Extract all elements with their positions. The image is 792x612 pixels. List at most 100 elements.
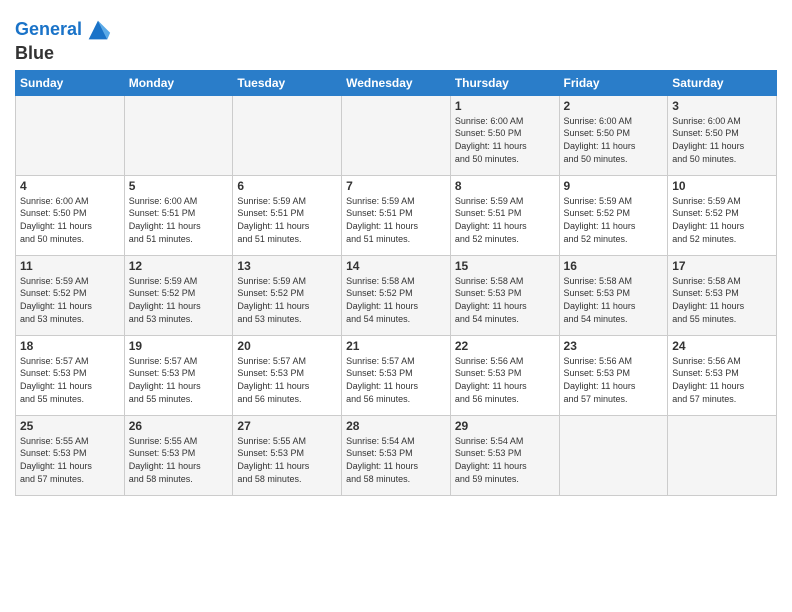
calendar-table: SundayMondayTuesdayWednesdayThursdayFrid… — [15, 70, 777, 496]
day-number: 12 — [129, 259, 229, 273]
cell-info: Sunrise: 5:58 AM Sunset: 5:53 PM Dayligh… — [672, 275, 772, 325]
calendar-cell: 18 Sunrise: 5:57 AM Sunset: 5:53 PM Dayli… — [16, 335, 125, 415]
header-tuesday: Tuesday — [233, 70, 342, 95]
calendar-cell — [559, 415, 668, 495]
cell-info: Sunrise: 5:59 AM Sunset: 5:52 PM Dayligh… — [564, 195, 664, 245]
cell-info: Sunrise: 5:59 AM Sunset: 5:52 PM Dayligh… — [237, 275, 337, 325]
day-number: 20 — [237, 339, 337, 353]
cell-info: Sunrise: 5:57 AM Sunset: 5:53 PM Dayligh… — [237, 355, 337, 405]
day-number: 29 — [455, 419, 555, 433]
calendar-cell — [233, 95, 342, 175]
cell-info: Sunrise: 5:59 AM Sunset: 5:51 PM Dayligh… — [237, 195, 337, 245]
day-number: 2 — [564, 99, 664, 113]
cell-info: Sunrise: 6:00 AM Sunset: 5:50 PM Dayligh… — [564, 115, 664, 165]
cell-info: Sunrise: 5:57 AM Sunset: 5:53 PM Dayligh… — [346, 355, 446, 405]
calendar-cell: 2 Sunrise: 6:00 AM Sunset: 5:50 PM Daylig… — [559, 95, 668, 175]
cell-info: Sunrise: 5:55 AM Sunset: 5:53 PM Dayligh… — [237, 435, 337, 485]
header-sunday: Sunday — [16, 70, 125, 95]
calendar-cell: 14 Sunrise: 5:58 AM Sunset: 5:52 PM Dayli… — [342, 255, 451, 335]
day-number: 16 — [564, 259, 664, 273]
cell-info: Sunrise: 5:55 AM Sunset: 5:53 PM Dayligh… — [129, 435, 229, 485]
logo-text: GeneralBlue — [15, 16, 112, 64]
calendar-cell: 19 Sunrise: 5:57 AM Sunset: 5:53 PM Dayli… — [124, 335, 233, 415]
cell-info: Sunrise: 5:55 AM Sunset: 5:53 PM Dayligh… — [20, 435, 120, 485]
header: GeneralBlue — [15, 10, 777, 64]
day-number: 13 — [237, 259, 337, 273]
day-number: 1 — [455, 99, 555, 113]
calendar-cell: 13 Sunrise: 5:59 AM Sunset: 5:52 PM Dayli… — [233, 255, 342, 335]
header-saturday: Saturday — [668, 70, 777, 95]
cell-info: Sunrise: 5:54 AM Sunset: 5:53 PM Dayligh… — [346, 435, 446, 485]
cell-info: Sunrise: 5:57 AM Sunset: 5:53 PM Dayligh… — [129, 355, 229, 405]
day-number: 24 — [672, 339, 772, 353]
cell-info: Sunrise: 5:59 AM Sunset: 5:52 PM Dayligh… — [129, 275, 229, 325]
day-number: 6 — [237, 179, 337, 193]
calendar-cell: 22 Sunrise: 5:56 AM Sunset: 5:53 PM Dayli… — [450, 335, 559, 415]
cell-info: Sunrise: 5:59 AM Sunset: 5:52 PM Dayligh… — [672, 195, 772, 245]
day-number: 23 — [564, 339, 664, 353]
calendar-cell: 17 Sunrise: 5:58 AM Sunset: 5:53 PM Dayli… — [668, 255, 777, 335]
day-number: 22 — [455, 339, 555, 353]
calendar-cell: 29 Sunrise: 5:54 AM Sunset: 5:53 PM Dayli… — [450, 415, 559, 495]
day-number: 26 — [129, 419, 229, 433]
day-number: 9 — [564, 179, 664, 193]
header-friday: Friday — [559, 70, 668, 95]
calendar-cell: 21 Sunrise: 5:57 AM Sunset: 5:53 PM Dayli… — [342, 335, 451, 415]
calendar-cell: 27 Sunrise: 5:55 AM Sunset: 5:53 PM Dayli… — [233, 415, 342, 495]
calendar-cell: 7 Sunrise: 5:59 AM Sunset: 5:51 PM Daylig… — [342, 175, 451, 255]
calendar-cell: 3 Sunrise: 6:00 AM Sunset: 5:50 PM Daylig… — [668, 95, 777, 175]
cell-info: Sunrise: 5:57 AM Sunset: 5:53 PM Dayligh… — [20, 355, 120, 405]
calendar-cell: 4 Sunrise: 6:00 AM Sunset: 5:50 PM Daylig… — [16, 175, 125, 255]
calendar-cell — [342, 95, 451, 175]
calendar-cell: 6 Sunrise: 5:59 AM Sunset: 5:51 PM Daylig… — [233, 175, 342, 255]
day-number: 17 — [672, 259, 772, 273]
day-number: 27 — [237, 419, 337, 433]
cell-info: Sunrise: 6:00 AM Sunset: 5:50 PM Dayligh… — [672, 115, 772, 165]
calendar-cell: 5Sunrise: 6:00 AM Sunset: 5:51 PM Daylig… — [124, 175, 233, 255]
day-number: 21 — [346, 339, 446, 353]
header-thursday: Thursday — [450, 70, 559, 95]
day-number: 11 — [20, 259, 120, 273]
calendar-cell: 26 Sunrise: 5:55 AM Sunset: 5:53 PM Dayli… — [124, 415, 233, 495]
calendar-cell: 10Sunrise: 5:59 AM Sunset: 5:52 PM Dayli… — [668, 175, 777, 255]
day-number: 15 — [455, 259, 555, 273]
calendar-cell: 23Sunrise: 5:56 AM Sunset: 5:53 PM Dayli… — [559, 335, 668, 415]
day-number: 14 — [346, 259, 446, 273]
calendar-cell: 9 Sunrise: 5:59 AM Sunset: 5:52 PM Daylig… — [559, 175, 668, 255]
calendar-cell: 16 Sunrise: 5:58 AM Sunset: 5:53 PM Dayli… — [559, 255, 668, 335]
calendar-cell — [16, 95, 125, 175]
calendar-cell: 20 Sunrise: 5:57 AM Sunset: 5:53 PM Dayli… — [233, 335, 342, 415]
calendar-cell: 24 Sunrise: 5:56 AM Sunset: 5:53 PM Dayli… — [668, 335, 777, 415]
day-number: 3 — [672, 99, 772, 113]
day-number: 19 — [129, 339, 229, 353]
cell-info: Sunrise: 6:00 AM Sunset: 5:50 PM Dayligh… — [20, 195, 120, 245]
calendar-cell: 15 Sunrise: 5:58 AM Sunset: 5:53 PM Dayli… — [450, 255, 559, 335]
cell-info: Sunrise: 5:58 AM Sunset: 5:52 PM Dayligh… — [346, 275, 446, 325]
day-number: 4 — [20, 179, 120, 193]
cell-info: Sunrise: 5:58 AM Sunset: 5:53 PM Dayligh… — [455, 275, 555, 325]
cell-info: Sunrise: 6:00 AM Sunset: 5:50 PM Dayligh… — [455, 115, 555, 165]
calendar-cell — [124, 95, 233, 175]
calendar-cell — [668, 415, 777, 495]
day-number: 18 — [20, 339, 120, 353]
cell-info: Sunrise: 5:56 AM Sunset: 5:53 PM Dayligh… — [455, 355, 555, 405]
cell-info: Sunrise: 5:59 AM Sunset: 5:52 PM Dayligh… — [20, 275, 120, 325]
cell-info: Sunrise: 5:59 AM Sunset: 5:51 PM Dayligh… — [455, 195, 555, 245]
cell-info: Sunrise: 5:54 AM Sunset: 5:53 PM Dayligh… — [455, 435, 555, 485]
calendar-cell: 11 Sunrise: 5:59 AM Sunset: 5:52 PM Dayli… — [16, 255, 125, 335]
cell-info: Sunrise: 5:56 AM Sunset: 5:53 PM Dayligh… — [672, 355, 772, 405]
day-number: 28 — [346, 419, 446, 433]
header-wednesday: Wednesday — [342, 70, 451, 95]
calendar-cell: 25 Sunrise: 5:55 AM Sunset: 5:53 PM Dayli… — [16, 415, 125, 495]
day-number: 8 — [455, 179, 555, 193]
calendar-cell: 28 Sunrise: 5:54 AM Sunset: 5:53 PM Dayli… — [342, 415, 451, 495]
calendar-cell: 12 Sunrise: 5:59 AM Sunset: 5:52 PM Dayli… — [124, 255, 233, 335]
header-monday: Monday — [124, 70, 233, 95]
day-number: 7 — [346, 179, 446, 193]
cell-info: Sunrise: 5:59 AM Sunset: 5:51 PM Dayligh… — [346, 195, 446, 245]
day-number: 25 — [20, 419, 120, 433]
cell-info: Sunrise: 5:58 AM Sunset: 5:53 PM Dayligh… — [564, 275, 664, 325]
cell-info: Sunrise: 6:00 AM Sunset: 5:51 PM Dayligh… — [129, 195, 229, 245]
calendar-cell: 8 Sunrise: 5:59 AM Sunset: 5:51 PM Daylig… — [450, 175, 559, 255]
logo: GeneralBlue — [15, 16, 112, 64]
